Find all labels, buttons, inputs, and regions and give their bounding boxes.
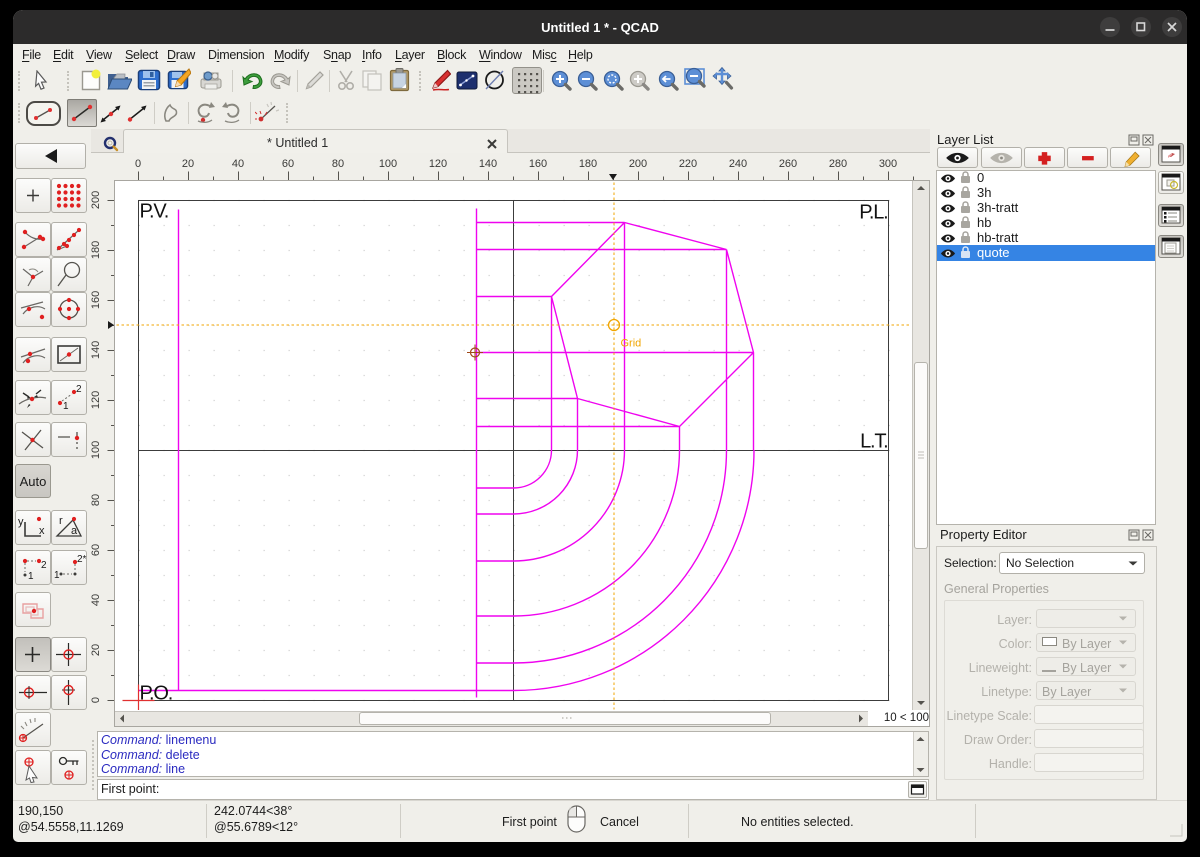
svg-text:80: 80 [91, 494, 102, 506]
svg-text:160: 160 [529, 158, 547, 170]
svg-text:1: 1 [28, 571, 34, 582]
svg-text:40: 40 [91, 594, 102, 606]
svg-text:300: 300 [879, 158, 897, 170]
svg-text:260: 260 [779, 158, 797, 170]
svg-text:x: x [39, 525, 45, 537]
svg-text:280: 280 [829, 158, 847, 170]
svg-text:y: y [18, 516, 24, 528]
svg-text:20: 20 [91, 644, 102, 656]
svg-text:120: 120 [91, 391, 102, 409]
svg-text:200: 200 [629, 158, 647, 170]
svg-text:180: 180 [91, 241, 102, 259]
svg-text:P.L.: P.L. [859, 202, 887, 224]
svg-text:40: 40 [232, 158, 244, 170]
svg-text:r: r [59, 515, 63, 527]
svg-text:P.O.: P.O. [140, 683, 173, 705]
svg-text:180: 180 [579, 158, 597, 170]
svg-text:P.V.: P.V. [140, 201, 169, 223]
svg-text:100: 100 [379, 158, 397, 170]
svg-text:140: 140 [479, 158, 497, 170]
svg-text:220: 220 [679, 158, 697, 170]
svg-text:a: a [71, 525, 78, 537]
svg-text:1: 1 [54, 570, 60, 581]
svg-text:160: 160 [91, 291, 102, 309]
svg-text:2*: 2* [77, 554, 87, 565]
svg-text:100: 100 [91, 441, 102, 459]
svg-text:60: 60 [282, 158, 294, 170]
svg-text:0: 0 [135, 158, 141, 170]
svg-text:60: 60 [91, 544, 102, 556]
svg-text:Grid: Grid [621, 338, 642, 350]
svg-text:240: 240 [729, 158, 747, 170]
svg-text:140: 140 [91, 341, 102, 359]
svg-text:80: 80 [332, 158, 344, 170]
svg-text:L.T.: L.T. [860, 431, 887, 453]
svg-text:120: 120 [429, 158, 447, 170]
svg-text:20: 20 [182, 158, 194, 170]
svg-text:0: 0 [91, 697, 102, 703]
svg-text:200: 200 [91, 191, 102, 209]
svg-text:2: 2 [76, 384, 82, 395]
svg-text:2: 2 [41, 560, 47, 571]
svg-text:1: 1 [63, 401, 69, 412]
